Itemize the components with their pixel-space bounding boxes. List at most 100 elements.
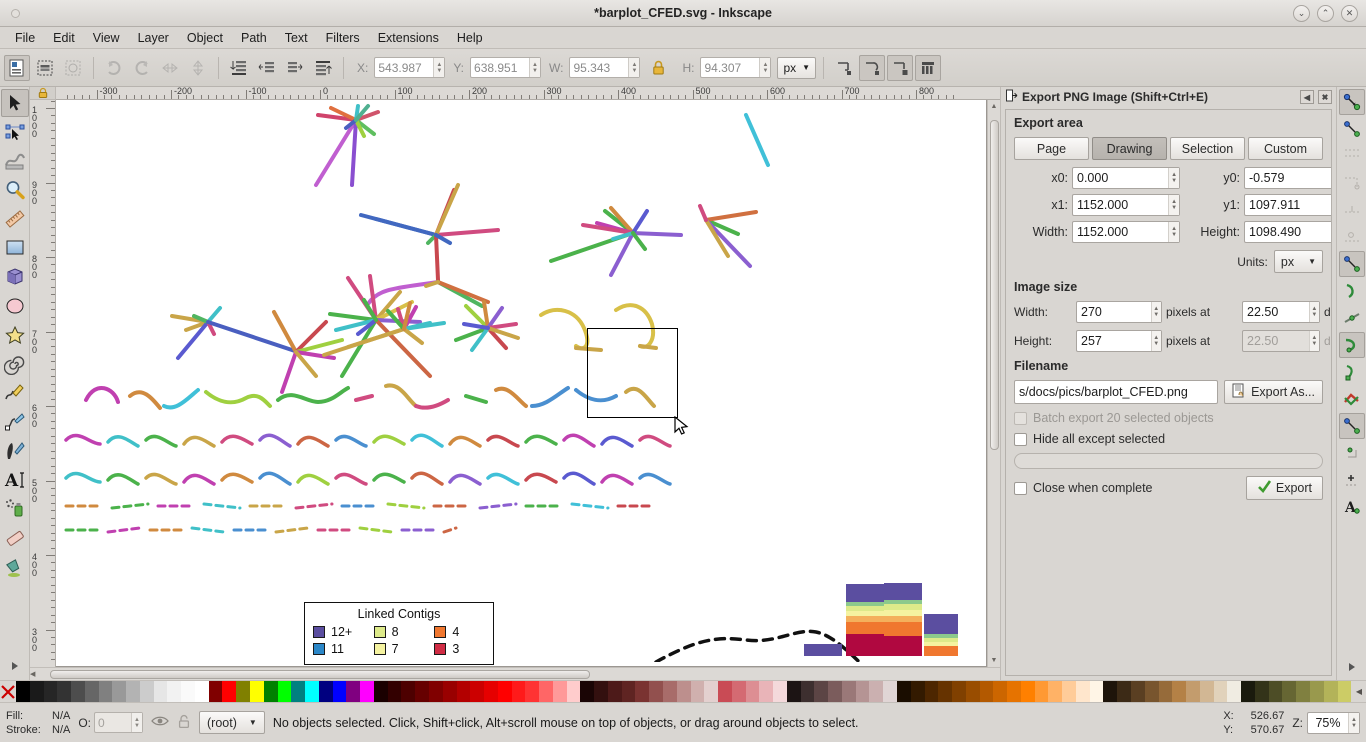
canvas-vertical-scrollbar[interactable]: ▲ ▼ [987, 100, 1000, 667]
palette-swatch[interactable] [84, 681, 99, 702]
snap-bbox-edge-icon[interactable] [1339, 143, 1365, 169]
dpi-width-stepper[interactable]: ▲ ▼ [1308, 302, 1319, 322]
text-tool[interactable]: A [1, 466, 29, 494]
node-editor-tool[interactable] [1, 118, 29, 146]
lower-one-step-icon[interactable] [254, 55, 280, 81]
measure-tool[interactable] [1, 205, 29, 233]
palette-swatch[interactable] [814, 681, 829, 702]
palette-swatch[interactable] [1034, 681, 1049, 702]
palette-swatch[interactable] [1089, 681, 1104, 702]
export-as-button[interactable]: Export As... [1224, 380, 1323, 404]
palette-swatch[interactable] [29, 681, 44, 702]
snap-smooth-node-icon[interactable] [1338, 332, 1365, 358]
star-tool[interactable] [1, 321, 29, 349]
flip-horizontal-icon[interactable] [157, 55, 183, 81]
selector-tool[interactable] [0, 89, 29, 117]
palette-swatch[interactable] [1268, 681, 1283, 702]
palette-swatch[interactable] [924, 681, 939, 702]
palette-swatch[interactable] [676, 681, 691, 702]
palette-swatch[interactable] [360, 681, 374, 702]
palette-swatch[interactable] [112, 681, 127, 702]
layer-visibility-icon[interactable] [151, 714, 169, 731]
palette-swatch[interactable] [1254, 681, 1269, 702]
eraser-tool[interactable] [1, 524, 29, 552]
snap-midpoint-icon[interactable] [1339, 359, 1365, 385]
snap-object-center-icon[interactable] [1339, 440, 1365, 466]
snap-cusp-node-icon[interactable] [1339, 305, 1365, 331]
snap-node-icon[interactable] [1339, 224, 1365, 250]
bezier-tool[interactable] [1, 408, 29, 436]
palette-swatch[interactable] [773, 681, 787, 702]
maximize-icon[interactable]: ⌃ [1317, 4, 1334, 22]
palette-swatch[interactable] [305, 681, 319, 702]
palette-swatch[interactable] [580, 681, 595, 702]
palette-swatch[interactable] [1227, 681, 1242, 702]
vertical-ruler[interactable]: 1 0 0 0 9 0 0 8 0 0 7 0 0 6 0 0 5 0 0 4 0 0 3 0… [30, 100, 56, 667]
calligraphy-tool[interactable] [1, 437, 29, 465]
palette-swatch[interactable] [1158, 681, 1173, 702]
menu-text[interactable]: Text [276, 29, 317, 47]
palette-swatch[interactable] [952, 681, 966, 702]
palette-swatch[interactable] [126, 681, 140, 702]
affect-patterns-icon[interactable] [915, 54, 942, 81]
y-stepper[interactable]: ▲ ▼ [529, 58, 541, 77]
export-area-selection-button[interactable]: Selection [1170, 137, 1245, 160]
palette-swatch[interactable] [98, 681, 113, 702]
hide-all-checkbox[interactable] [1014, 432, 1027, 446]
y0-field[interactable]: ▲▼ [1244, 167, 1331, 189]
h-stepper[interactable]: ▲ ▼ [759, 58, 771, 77]
palette-swatch[interactable] [594, 681, 608, 702]
palette-swatch[interactable] [208, 681, 223, 702]
snap-path-intersection-icon[interactable] [1339, 278, 1365, 304]
x0-field[interactable]: ▲▼ [1072, 167, 1180, 189]
palette-swatch[interactable] [607, 681, 622, 702]
y-field[interactable]: ▲▼ [470, 57, 542, 78]
palette-swatch[interactable] [649, 681, 663, 702]
palette-swatch[interactable] [263, 681, 278, 702]
palette-swatch[interactable] [1075, 681, 1090, 702]
palette-swatch[interactable] [497, 681, 512, 702]
palette-swatch[interactable] [373, 681, 388, 702]
w-field[interactable]: ▲▼ [569, 57, 641, 78]
palette-swatch[interactable] [539, 681, 553, 702]
spray-tool[interactable] [1, 495, 29, 523]
palette-swatch[interactable] [552, 681, 567, 702]
palette-scroll-icon[interactable]: ◀ [1352, 681, 1366, 702]
select-all-layers-icon[interactable] [32, 55, 58, 81]
palette-swatch[interactable] [222, 681, 237, 702]
menu-file[interactable]: File [6, 29, 44, 47]
snap-bbox-2-icon[interactable] [1338, 413, 1365, 439]
export-area-custom-button[interactable]: Custom [1248, 137, 1323, 160]
palette-swatch[interactable] [718, 681, 732, 702]
x-stepper[interactable]: ▲ ▼ [433, 58, 445, 77]
palette-swatch[interactable] [1020, 681, 1035, 702]
ellipse-tool[interactable] [1, 292, 29, 320]
raise-one-step-icon[interactable] [282, 55, 308, 81]
palette-swatch[interactable] [277, 681, 292, 702]
palette-swatch[interactable] [484, 681, 498, 702]
close-when-complete-row[interactable]: Close when complete [1014, 481, 1153, 495]
palette-swatch[interactable] [167, 681, 182, 702]
hide-all-row[interactable]: Hide all except selected [1014, 432, 1323, 446]
layer-selector[interactable]: (root) ▼ [199, 711, 265, 734]
palette-swatch[interactable] [456, 681, 471, 702]
palette-swatch[interactable] [525, 681, 540, 702]
palette-swatch[interactable] [43, 681, 58, 702]
flip-vertical-icon[interactable] [185, 55, 211, 81]
zoom-tool[interactable] [1, 176, 29, 204]
palette-swatch[interactable] [786, 681, 801, 702]
select-all-icon[interactable] [4, 54, 30, 81]
palette-swatch[interactable] [16, 681, 30, 702]
menu-path[interactable]: Path [232, 29, 276, 47]
snap-perpendicular-icon[interactable] [1339, 386, 1365, 412]
snap-text-baseline-icon[interactable]: A [1339, 494, 1365, 520]
palette-swatch[interactable] [332, 681, 347, 702]
palette-swatch[interactable] [250, 681, 264, 702]
palette-swatch[interactable] [869, 681, 884, 702]
deselect-icon[interactable] [60, 55, 86, 81]
menu-filters[interactable]: Filters [317, 29, 369, 47]
palette-swatch[interactable] [855, 681, 870, 702]
palette-swatch[interactable] [139, 681, 154, 702]
palette-swatch[interactable] [1131, 681, 1145, 702]
close-when-complete-checkbox[interactable] [1014, 481, 1027, 495]
